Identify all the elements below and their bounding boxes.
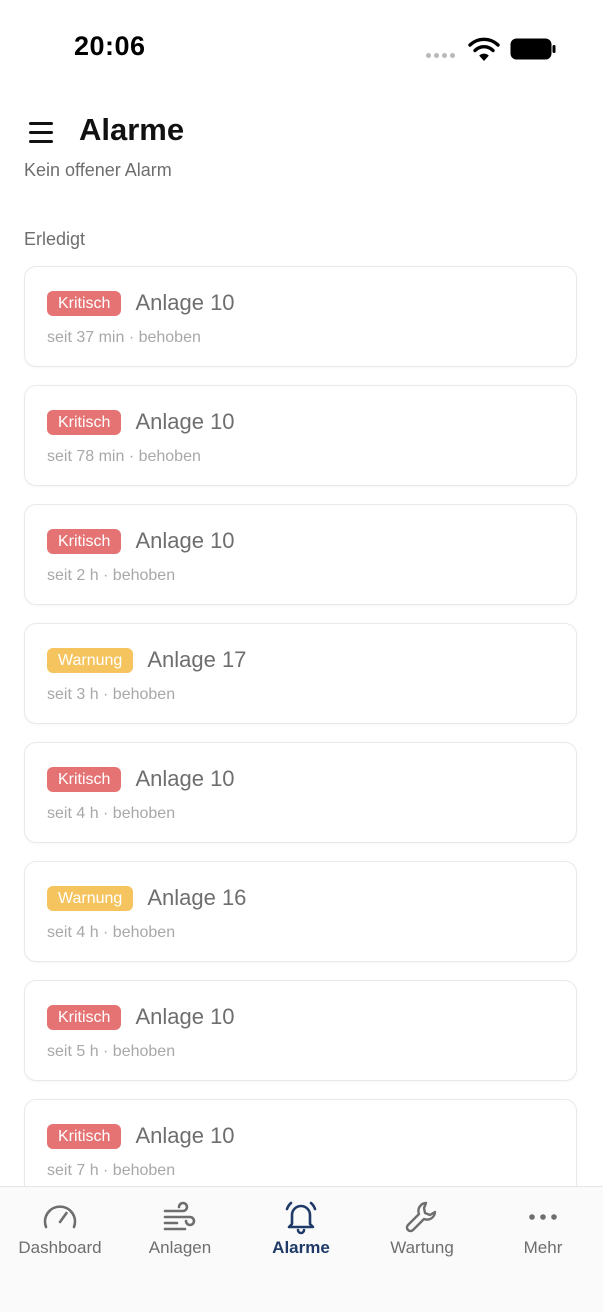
tab-label: Anlagen xyxy=(148,1238,212,1257)
alarm-card[interactable]: Warnung Anlage 17 seit 3 h · behoben xyxy=(24,623,577,724)
page-title: Alarme xyxy=(79,112,185,147)
plant-name: Anlage 10 xyxy=(135,1004,235,1029)
alarm-card[interactable]: Warnung Anlage 16 seit 4 h · behoben xyxy=(24,861,577,962)
severity-badge: Kritisch xyxy=(47,1123,122,1149)
tab-anlagen[interactable]: Anlagen xyxy=(120,1187,240,1277)
severity-badge: Kritisch xyxy=(47,528,122,554)
alarm-list: Kritisch Anlage 10 seit 37 min · behoben… xyxy=(24,266,579,1218)
plant-name: Anlage 17 xyxy=(147,647,247,672)
more-dots-icon xyxy=(529,1214,557,1220)
signal-dots-icon xyxy=(426,53,455,58)
severity-badge: Kritisch xyxy=(47,290,122,316)
tab-wartung[interactable]: Wartung xyxy=(362,1187,482,1277)
alarm-card[interactable]: Kritisch Anlage 10 seit 37 min · behoben xyxy=(24,266,577,367)
plant-name: Anlage 10 xyxy=(135,528,235,553)
plant-name: Anlage 10 xyxy=(135,1123,235,1148)
hamburger-menu-icon[interactable] xyxy=(26,118,58,146)
wifi-icon xyxy=(468,37,500,61)
status-bar: 20:06 xyxy=(0,0,603,96)
severity-badge: Warnung xyxy=(47,647,134,673)
alarm-meta: seit 2 h · behoben xyxy=(47,567,176,584)
tab-dashboard[interactable]: Dashboard xyxy=(0,1187,120,1277)
alarm-meta: seit 78 min · behoben xyxy=(47,448,201,465)
wind-icon xyxy=(163,1201,196,1231)
alarm-meta: seit 4 h · behoben xyxy=(47,805,176,822)
tab-alarme[interactable]: Alarme xyxy=(241,1187,361,1277)
severity-badge: Kritisch xyxy=(47,766,122,792)
severity-badge: Kritisch xyxy=(47,1004,122,1030)
alarm-card[interactable]: Kritisch Anlage 10 seit 2 h · behoben xyxy=(24,504,577,605)
severity-badge: Kritisch xyxy=(47,409,122,435)
tab-label: Alarme xyxy=(272,1238,330,1257)
status-time: 20:06 xyxy=(74,31,146,61)
alarm-card[interactable]: Kritisch Anlage 10 seit 7 h · behoben xyxy=(24,1099,577,1200)
wrench-icon xyxy=(405,1201,437,1233)
tab-mehr[interactable]: Mehr xyxy=(483,1187,603,1277)
severity-badge: Warnung xyxy=(47,885,134,911)
alarm-meta: seit 3 h · behoben xyxy=(47,686,176,703)
gauge-icon xyxy=(43,1205,77,1229)
bell-icon xyxy=(285,1201,317,1235)
tab-label: Wartung xyxy=(390,1238,454,1257)
plant-name: Anlage 10 xyxy=(135,409,235,434)
section-label-done: Erledigt xyxy=(24,229,86,249)
alarm-card[interactable]: Kritisch Anlage 10 seit 5 h · behoben xyxy=(24,980,577,1081)
alarm-card[interactable]: Kritisch Anlage 10 seit 4 h · behoben xyxy=(24,742,577,843)
plant-name: Anlage 10 xyxy=(135,766,235,791)
alarm-meta: seit 7 h · behoben xyxy=(47,1162,176,1179)
alarm-card[interactable]: Kritisch Anlage 10 seit 78 min · behoben xyxy=(24,385,577,486)
page-subtitle: Kein offener Alarm xyxy=(24,160,172,180)
plant-name: Anlage 10 xyxy=(135,290,235,315)
battery-icon xyxy=(510,38,556,60)
alarm-meta: seit 37 min · behoben xyxy=(47,329,201,346)
alarm-meta: seit 4 h · behoben xyxy=(47,924,176,941)
tab-label: Dashboard xyxy=(18,1238,102,1257)
tab-label: Mehr xyxy=(523,1238,563,1257)
tab-bar: Dashboard Anlagen Alarme Wartung Mehr xyxy=(0,1186,603,1312)
alarm-meta: seit 5 h · behoben xyxy=(47,1043,176,1060)
plant-name: Anlage 16 xyxy=(147,885,247,910)
